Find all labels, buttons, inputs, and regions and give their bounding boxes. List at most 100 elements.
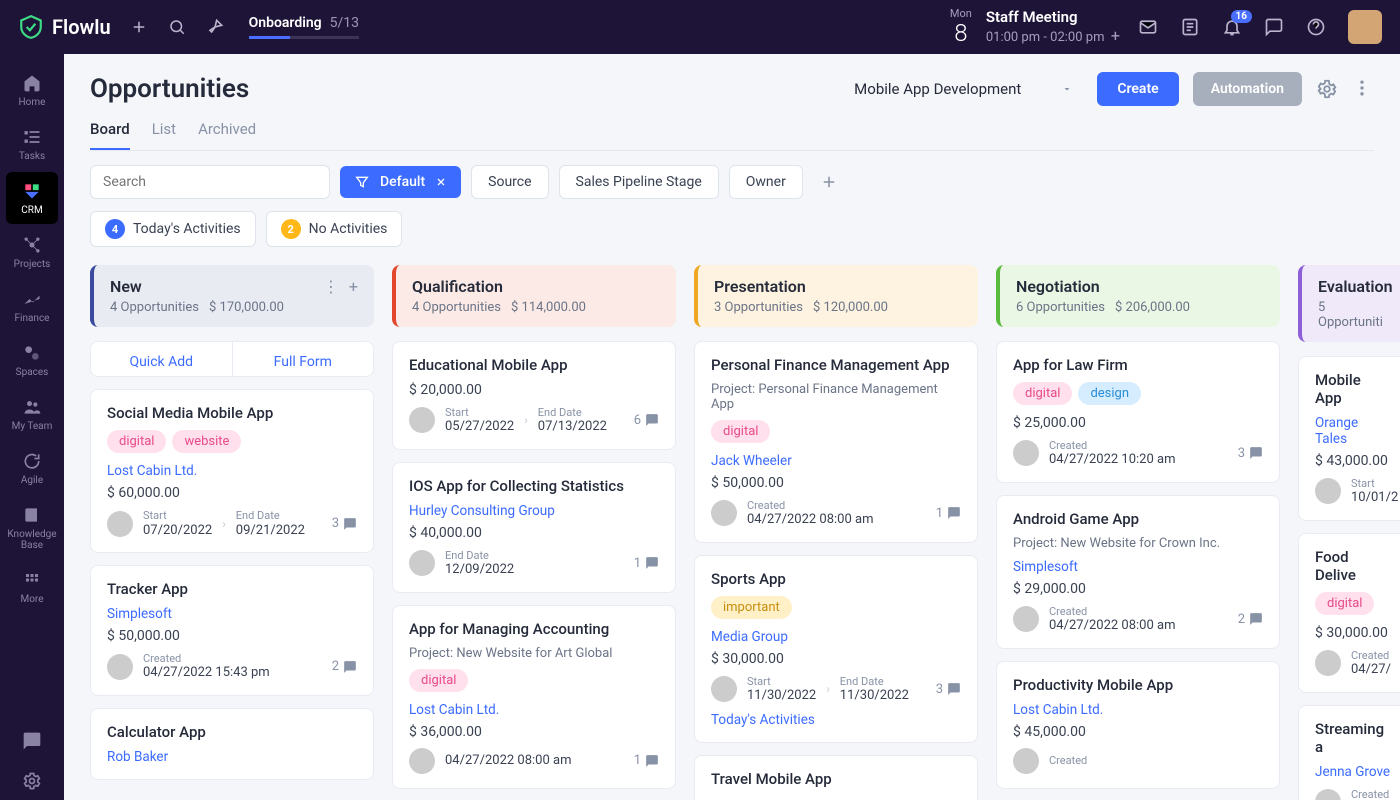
card-title: Educational Mobile App <box>409 356 659 374</box>
quick-add-button[interactable]: Quick Add <box>91 342 233 376</box>
sidebar-label: Tasks <box>19 151 45 162</box>
today-activities-chip[interactable]: 4 Today's Activities <box>90 211 256 247</box>
create-button[interactable]: Create <box>1097 72 1178 106</box>
filter-stage[interactable]: Sales Pipeline Stage <box>559 165 719 199</box>
amount: $ 36,000.00 <box>409 724 659 740</box>
opportunity-card[interactable]: Android Game App Project: New Website fo… <box>996 495 1280 649</box>
tab-list[interactable]: List <box>152 120 176 150</box>
opportunity-card[interactable]: Mobile App Orange Tales $ 43,000.00 Star… <box>1298 356 1400 521</box>
sidebar-item-spaces[interactable]: Spaces <box>6 334 58 386</box>
today-activities-link[interactable]: Today's Activities <box>711 712 961 728</box>
comments-count[interactable]: 6 <box>634 413 659 428</box>
no-activities-chip[interactable]: 2 No Activities <box>266 211 403 247</box>
column-add-icon[interactable]: + <box>349 277 358 296</box>
opportunity-card[interactable]: Educational Mobile App $ 20,000.00 Start… <box>392 341 676 450</box>
comments-count[interactable]: 2 <box>332 659 357 674</box>
owner-avatar <box>1013 606 1039 632</box>
company-link[interactable]: Orange Tales <box>1315 415 1391 447</box>
sidebar-item-tasks[interactable]: Tasks <box>6 118 58 170</box>
contact-link[interactable]: Jack Wheeler <box>711 453 961 469</box>
company-link[interactable]: Simplesoft <box>107 606 357 622</box>
opportunity-card[interactable]: Social Media Mobile App digitalwebsite L… <box>90 389 374 553</box>
company-link[interactable]: Lost Cabin Ltd. <box>409 702 659 718</box>
opportunity-card[interactable]: Food Delive digital $ 30,000.00 Created0… <box>1298 533 1400 693</box>
opportunity-card[interactable]: Productivity Mobile App Lost Cabin Ltd. … <box>996 661 1280 789</box>
today-count-badge: 4 <box>105 219 125 239</box>
column-more-icon[interactable]: ⋮ <box>323 277 339 296</box>
help-icon[interactable] <box>1306 17 1326 37</box>
company-link[interactable]: Jenna Grove <box>1315 764 1391 780</box>
sidebar-item-kb[interactable]: Knowledge Base <box>6 496 58 559</box>
opportunity-card[interactable]: Streaming a Jenna Grove Created08/08/ <box>1298 705 1400 800</box>
onboarding-widget[interactable]: Onboarding 5/13 <box>249 15 359 39</box>
add-icon[interactable] <box>129 17 149 37</box>
column-header-presentation: Presentation 3 Opportunities$ 120,000.00 <box>694 265 978 327</box>
comment-icon <box>645 413 659 427</box>
comments-count[interactable]: 3 <box>1238 446 1263 461</box>
sidebar-item-feedback[interactable] <box>6 722 58 760</box>
sidebar-label: My Team <box>12 421 53 432</box>
sidebar-item-settings[interactable] <box>6 762 58 800</box>
company-link[interactable]: Lost Cabin Ltd. <box>1013 702 1263 718</box>
opportunity-card[interactable]: Tracker App Simplesoft $ 50,000.00 Creat… <box>90 565 374 696</box>
sidebar-item-home[interactable]: Home <box>6 64 58 116</box>
pin-icon[interactable] <box>205 17 225 37</box>
tab-board[interactable]: Board <box>90 120 130 150</box>
comments-count[interactable]: 2 <box>1238 612 1263 627</box>
amount: $ 29,000.00 <box>1013 581 1263 597</box>
sidebar-item-projects[interactable]: Projects <box>6 226 58 278</box>
company-link[interactable]: Media Group <box>711 629 961 645</box>
company-link[interactable]: Hurley Consulting Group <box>409 503 659 519</box>
mail-icon[interactable] <box>1138 17 1158 37</box>
column-total: $ 120,000.00 <box>813 300 888 315</box>
opportunity-card[interactable]: App for Managing Accounting Project: New… <box>392 605 676 789</box>
comments-count[interactable]: 1 <box>634 753 659 768</box>
search-input[interactable] <box>90 165 330 199</box>
sidebar-item-agile[interactable]: Agile <box>6 442 58 494</box>
opportunity-card[interactable]: IOS App for Collecting Statistics Hurley… <box>392 462 676 593</box>
comments-count[interactable]: 3 <box>332 516 357 531</box>
more-icon[interactable] <box>1352 78 1374 100</box>
pipeline-label: Mobile App Development <box>854 80 1021 98</box>
opportunity-card[interactable]: Personal Finance Management App Project:… <box>694 341 978 543</box>
company-link[interactable]: Simplesoft <box>1013 559 1263 575</box>
opportunity-card[interactable]: Travel Mobile App <box>694 755 978 800</box>
sidebar-item-finance[interactable]: Finance <box>6 280 58 332</box>
comments-count[interactable]: 1 <box>936 506 961 521</box>
notes-icon[interactable] <box>1180 17 1200 37</box>
filter-default[interactable]: Default <box>340 166 461 198</box>
company-link[interactable]: Lost Cabin Ltd. <box>107 463 357 479</box>
column-total: $ 170,000.00 <box>209 300 284 315</box>
pipeline-select[interactable]: Mobile App Development <box>844 74 1083 104</box>
logo[interactable]: Flowlu <box>18 14 111 40</box>
filter-source[interactable]: Source <box>471 165 548 199</box>
company-link[interactable]: Rob Baker <box>107 749 357 765</box>
calendar-widget[interactable]: Mon 8 Staff Meeting 01:00 pm - 02:00 pm … <box>950 8 1120 46</box>
calendar-add-icon[interactable]: + <box>1111 26 1120 45</box>
sidebar-item-team[interactable]: My Team <box>6 388 58 440</box>
comments-count[interactable]: 1 <box>634 556 659 571</box>
filter-owner[interactable]: Owner <box>729 165 803 199</box>
sidebar-item-crm[interactable]: CRM <box>6 172 58 224</box>
opportunity-card[interactable]: Sports App important Media Group $ 30,00… <box>694 555 978 743</box>
date-label: Created <box>747 499 873 512</box>
sidebar-item-more[interactable]: More <box>6 561 58 613</box>
automation-button[interactable]: Automation <box>1193 72 1302 106</box>
opportunity-card[interactable]: App for Law Firm digitaldesign $ 25,000.… <box>996 341 1280 483</box>
settings-icon[interactable] <box>1316 78 1338 100</box>
tab-archived[interactable]: Archived <box>198 120 256 150</box>
search-icon[interactable] <box>167 17 187 37</box>
close-icon[interactable] <box>435 176 447 188</box>
date-label: Created <box>1351 788 1391 800</box>
owner-avatar <box>1013 440 1039 466</box>
comments-count[interactable]: 3 <box>936 682 961 697</box>
column-total: $ 206,000.00 <box>1115 300 1190 315</box>
full-form-button[interactable]: Full Form <box>233 342 374 376</box>
chat-icon[interactable] <box>1264 17 1284 37</box>
bell-icon[interactable]: 16 <box>1222 17 1242 37</box>
opportunity-card[interactable]: Calculator App Rob Baker <box>90 708 374 780</box>
add-filter-icon[interactable] <box>813 166 845 198</box>
user-avatar[interactable] <box>1348 10 1382 44</box>
date-value: 04/27/2022 10:20 am <box>1049 452 1175 468</box>
amount: $ 20,000.00 <box>409 382 659 398</box>
